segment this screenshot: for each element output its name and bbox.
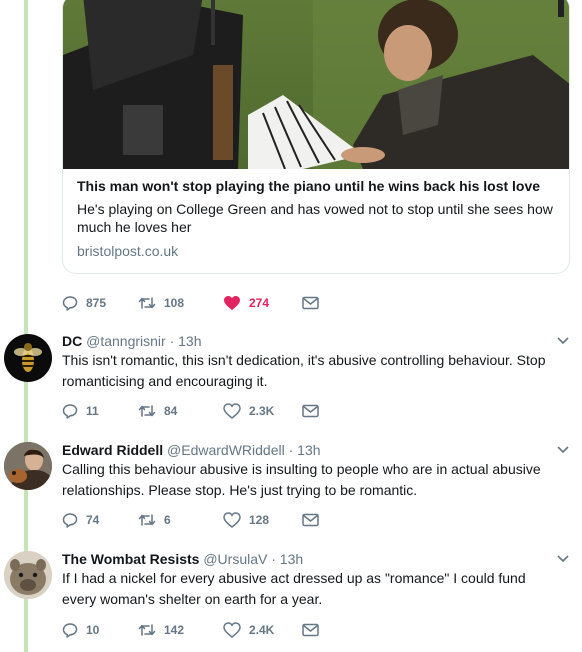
display-name[interactable]: Edward Riddell xyxy=(62,442,163,458)
retweet-count: 108 xyxy=(164,296,185,310)
tweet-header: The Wombat Resists @UrsulaV · 13h xyxy=(62,551,303,567)
card-domain: bristolpost.co.uk xyxy=(77,243,179,259)
like-count: 274 xyxy=(249,296,270,310)
message-button[interactable] xyxy=(302,401,328,421)
reply-actions: 74 6 128 xyxy=(62,510,362,530)
reply-button[interactable]: 10 xyxy=(62,620,99,640)
like-button[interactable]: 2.4K xyxy=(223,620,274,640)
heart-icon xyxy=(223,403,241,419)
retweet-icon xyxy=(138,624,156,636)
display-name[interactable]: DC xyxy=(62,333,82,349)
like-button[interactable]: 2.3K xyxy=(223,401,274,421)
heart-icon xyxy=(223,512,241,528)
main-tweet-actions: 875 108 274 xyxy=(62,293,362,313)
like-count: 2.3K xyxy=(249,404,275,418)
chevron-down-icon[interactable] xyxy=(556,336,570,346)
person-avatar-icon[interactable] xyxy=(4,442,52,490)
reply-count: 11 xyxy=(86,404,99,418)
reply-count: 74 xyxy=(86,513,100,527)
reply-icon xyxy=(62,404,78,419)
message-button[interactable] xyxy=(302,293,328,313)
tweet-text: Calling this behaviour abusive is insult… xyxy=(62,461,541,498)
envelope-icon xyxy=(302,513,319,527)
like-count: 2.4K xyxy=(249,623,275,637)
like-count: 128 xyxy=(249,513,270,527)
retweet-button[interactable]: 142 xyxy=(138,620,184,640)
user-handle[interactable]: @EdwardWRiddell xyxy=(167,442,285,458)
reply-button[interactable]: 11 xyxy=(62,401,99,421)
envelope-icon xyxy=(302,404,319,418)
card-description: He's playing on College Green and has vo… xyxy=(77,201,553,235)
display-name[interactable]: The Wombat Resists xyxy=(62,551,199,567)
chevron-down-icon[interactable] xyxy=(556,445,570,455)
like-button[interactable]: 128 xyxy=(223,510,269,530)
reply-button[interactable]: 875 xyxy=(62,293,106,313)
reply-count: 875 xyxy=(86,296,107,310)
reply-icon xyxy=(62,513,78,528)
reply-icon xyxy=(62,623,78,638)
tweet-text: This isn't romantic, this isn't dedicati… xyxy=(62,352,546,389)
tweet-text: If I had a nickel for every abusive act … xyxy=(62,570,526,607)
retweet-button[interactable]: 84 xyxy=(138,401,177,421)
retweet-button[interactable]: 108 xyxy=(138,293,184,313)
heart-icon xyxy=(223,622,241,638)
reply-actions: 11 84 2.3K xyxy=(62,401,362,421)
user-handle[interactable]: @tanngrisnir xyxy=(86,333,166,349)
retweet-count: 142 xyxy=(164,623,185,637)
card-title[interactable]: This man won't stop playing the piano un… xyxy=(77,178,540,194)
heart-filled-icon xyxy=(224,296,240,310)
timestamp[interactable]: · 13h xyxy=(271,551,303,567)
message-button[interactable] xyxy=(302,620,328,640)
link-card[interactable]: This man won't stop playing the piano un… xyxy=(62,0,570,274)
reply-actions: 10 142 2.4K xyxy=(62,620,362,640)
wombat-avatar-icon[interactable] xyxy=(4,551,52,599)
envelope-icon xyxy=(302,623,319,637)
message-button[interactable] xyxy=(302,510,328,530)
reply-button[interactable]: 74 xyxy=(62,510,99,530)
reply-count: 10 xyxy=(86,623,100,637)
user-handle[interactable]: @UrsulaV xyxy=(203,551,267,567)
card-image xyxy=(63,0,569,169)
tweet-header: DC @tanngrisnir · 13h xyxy=(62,333,202,349)
retweet-icon xyxy=(138,297,156,309)
envelope-icon xyxy=(302,296,319,310)
timestamp[interactable]: · 13h xyxy=(289,442,321,458)
chevron-down-icon[interactable] xyxy=(556,554,570,564)
bee-avatar-icon[interactable] xyxy=(4,334,52,382)
timestamp[interactable]: · 13h xyxy=(170,333,202,349)
tweet-header: Edward Riddell @EdwardWRiddell · 13h xyxy=(62,442,321,458)
retweet-icon xyxy=(138,405,156,417)
retweet-count: 84 xyxy=(164,404,178,418)
retweet-count: 6 xyxy=(164,513,171,527)
retweet-icon xyxy=(138,514,156,526)
like-button[interactable]: 274 xyxy=(223,293,269,313)
retweet-button[interactable]: 6 xyxy=(138,510,171,530)
reply-icon xyxy=(62,296,78,311)
